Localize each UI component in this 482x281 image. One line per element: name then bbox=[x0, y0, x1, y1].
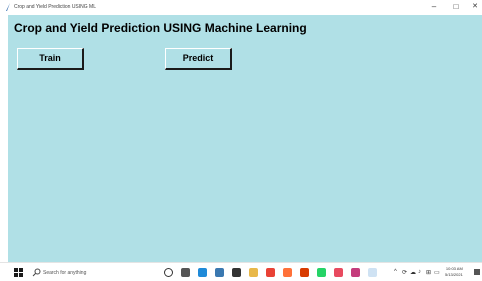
python-icon[interactable] bbox=[215, 268, 224, 277]
maximize-button[interactable]: □ bbox=[446, 1, 466, 13]
window-titlebar: Crop and Yield Prediction USING ML – □ ✕ bbox=[0, 0, 482, 15]
minimize-button[interactable]: – bbox=[424, 1, 444, 13]
chrome-icon[interactable] bbox=[266, 268, 275, 277]
page-title: Crop and Yield Prediction USING Machine … bbox=[14, 21, 307, 35]
office-icon[interactable] bbox=[300, 268, 309, 277]
tray-icon[interactable]: ▭ bbox=[434, 269, 440, 276]
search-icon bbox=[32, 268, 41, 277]
file-explorer-icon[interactable] bbox=[249, 268, 258, 277]
notification-icon[interactable] bbox=[474, 269, 480, 275]
whatsapp-icon[interactable] bbox=[317, 268, 326, 277]
document-icon[interactable] bbox=[368, 268, 377, 277]
feather-icon bbox=[6, 3, 10, 11]
store-icon[interactable] bbox=[232, 268, 241, 277]
tray-icon[interactable]: ☁ bbox=[410, 269, 416, 276]
task-view-icon[interactable] bbox=[181, 268, 190, 277]
app-icon[interactable] bbox=[351, 268, 360, 277]
train-button[interactable]: Train bbox=[17, 48, 84, 70]
taskbar: Search for anything ^ ⟳ ☁ ♪ ⊞ ▭ 10:03 AM 5/13… bbox=[0, 262, 482, 281]
tray-icon[interactable]: ⊞ bbox=[426, 269, 431, 276]
media-icon[interactable] bbox=[334, 268, 343, 277]
taskbar-clock[interactable]: 10:03 AM 5/13/2021 bbox=[445, 266, 463, 278]
clock-date: 5/13/2021 bbox=[445, 272, 463, 277]
windows-start-icon[interactable] bbox=[14, 268, 23, 277]
search-placeholder: Search for anything bbox=[43, 270, 87, 276]
taskbar-search-box[interactable]: Search for anything bbox=[28, 265, 148, 280]
cortana-icon[interactable] bbox=[164, 268, 173, 277]
tray-icon[interactable]: ⟳ bbox=[402, 269, 407, 276]
window-title: Crop and Yield Prediction USING ML bbox=[14, 4, 96, 10]
predict-button[interactable]: Predict bbox=[165, 48, 232, 70]
tray-icon[interactable]: ^ bbox=[394, 269, 397, 275]
edge-icon[interactable] bbox=[198, 268, 207, 277]
firefox-icon[interactable] bbox=[283, 268, 292, 277]
app-canvas: Crop and Yield Prediction USING Machine … bbox=[8, 15, 482, 262]
tray-icon[interactable]: ♪ bbox=[418, 269, 421, 275]
close-button[interactable]: ✕ bbox=[468, 1, 482, 13]
